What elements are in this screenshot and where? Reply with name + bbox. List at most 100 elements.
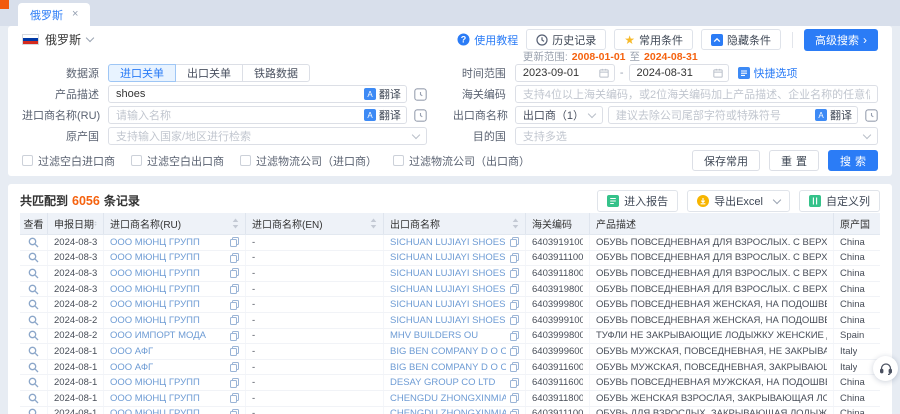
- exporter-cell-text[interactable]: DESAY GROUP CO LTD: [390, 377, 495, 388]
- view-detail-icon[interactable]: [28, 299, 39, 310]
- importer-ru-cell[interactable]: ООО МЮНЦ ГРУПП: [104, 282, 246, 297]
- filter-checkbox[interactable]: 过滤物流公司（进口商）: [240, 153, 377, 169]
- copy-icon[interactable]: [510, 237, 519, 247]
- view-cell[interactable]: [20, 235, 48, 250]
- view-detail-icon[interactable]: [28, 237, 39, 248]
- importer-ru-cell-text[interactable]: ООО МЮНЦ ГРУПП: [110, 408, 200, 414]
- view-detail-icon[interactable]: [28, 252, 39, 263]
- exporter-cell[interactable]: BIG BEN COMPANY D O O FROM BEST T: [384, 360, 526, 375]
- chevron-down-icon[interactable]: [86, 34, 94, 42]
- exporter-cell-text[interactable]: CHENGDU ZHONGXINMIAO TRADING C: [390, 393, 506, 404]
- column-header-importer_en[interactable]: 进口商名称(EN): [246, 213, 384, 234]
- checkbox-icon[interactable]: [22, 155, 33, 166]
- column-header-date[interactable]: 申报日期: [48, 213, 104, 234]
- search-history-icon[interactable]: [414, 88, 427, 101]
- importer-ru-cell[interactable]: ООО АФГ: [104, 360, 246, 375]
- quick-options-link[interactable]: 快捷选项: [738, 65, 798, 81]
- importer-ru-cell[interactable]: ООО МЮНЦ ГРУПП: [104, 251, 246, 266]
- copy-icon[interactable]: [230, 237, 239, 247]
- favorites-button[interactable]: ★ 常用条件: [614, 29, 693, 50]
- copy-icon[interactable]: [510, 253, 519, 263]
- view-cell[interactable]: [20, 375, 48, 390]
- filter-checkbox[interactable]: 过滤空白出口商: [131, 153, 224, 169]
- enter-report-button[interactable]: 进入报告: [597, 190, 678, 212]
- copy-icon[interactable]: [230, 393, 239, 403]
- view-cell[interactable]: [20, 251, 48, 266]
- search-history-icon[interactable]: [865, 109, 878, 122]
- view-detail-icon[interactable]: [28, 284, 39, 295]
- hide-conditions-button[interactable]: 隐藏条件: [701, 29, 781, 50]
- copy-icon[interactable]: [230, 315, 239, 325]
- exporter-cell-text[interactable]: SICHUAN LUJIAYI SHOES CO LTD: [390, 237, 506, 248]
- sort-icon[interactable]: [232, 218, 239, 229]
- copy-icon[interactable]: [230, 331, 239, 341]
- view-cell[interactable]: [20, 329, 48, 344]
- exporter-cell-text[interactable]: MHV BUILDERS OU: [390, 330, 478, 341]
- exporter-cell-text[interactable]: BIG BEN COMPANY D O O FROM BEST T: [390, 362, 506, 373]
- checkbox-icon[interactable]: [393, 155, 404, 166]
- filter-checkbox[interactable]: 过滤物流公司（出口商）: [393, 153, 530, 169]
- importer-ru-cell-text[interactable]: ООО АФГ: [110, 362, 153, 373]
- history-button[interactable]: 历史记录: [526, 29, 606, 50]
- importer-ru-cell[interactable]: ООО МЮНЦ ГРУПП: [104, 375, 246, 390]
- importer-input[interactable]: 请输入名称 A 翻译: [108, 106, 407, 124]
- importer-ru-cell[interactable]: ООО МЮНЦ ГРУПП: [104, 266, 246, 281]
- view-cell[interactable]: [20, 360, 48, 375]
- datasource-tab[interactable]: 进口关单: [108, 64, 176, 82]
- chevron-down-icon[interactable]: [773, 196, 781, 204]
- importer-ru-cell-text[interactable]: ООО МЮНЦ ГРУПП: [110, 393, 200, 404]
- search-button[interactable]: 搜索: [828, 150, 878, 171]
- exporter-type-select[interactable]: 出口商（1）: [515, 106, 603, 124]
- copy-icon[interactable]: [510, 268, 519, 278]
- importer-ru-cell-text[interactable]: ООО МЮНЦ ГРУПП: [110, 284, 200, 295]
- importer-ru-cell[interactable]: ООО АФГ: [104, 344, 246, 359]
- view-cell[interactable]: [20, 266, 48, 281]
- importer-ru-cell-text[interactable]: ООО АФГ: [110, 346, 153, 357]
- importer-ru-cell[interactable]: ООО МЮНЦ ГРУПП: [104, 235, 246, 250]
- exporter-cell[interactable]: SICHUAN LUJIAYI SHOES CO LTD: [384, 313, 526, 328]
- importer-ru-cell-text[interactable]: ООО МЮНЦ ГРУПП: [110, 252, 200, 263]
- exporter-cell[interactable]: DESAY GROUP CO LTD: [384, 375, 526, 390]
- tab-russia[interactable]: 俄罗斯 ×: [18, 3, 90, 26]
- hs-code-input[interactable]: 支持4位以上海关编码，或2位海关编码加上产品描述、企业名称的任意信息: [515, 85, 878, 103]
- datasource-tab[interactable]: 铁路数据: [242, 64, 310, 82]
- sort-icon[interactable]: [512, 218, 519, 229]
- sort-icon[interactable]: [370, 218, 377, 229]
- exporter-cell[interactable]: SICHUAN LUJIAYI SHOES CO LTD: [384, 282, 526, 297]
- column-header-importer_ru[interactable]: 进口商名称(RU): [104, 213, 246, 234]
- exporter-cell[interactable]: SICHUAN LUJIAYI SHOES CO LTD: [384, 251, 526, 266]
- copy-icon[interactable]: [230, 409, 239, 414]
- exporter-cell-text[interactable]: SICHUAN LUJIAYI SHOES CO LTD: [390, 284, 506, 295]
- exporter-name-input[interactable]: 建议去除公司尾部字符或特殊符号 A 翻译: [608, 106, 858, 124]
- translate-button[interactable]: A 翻译: [360, 107, 401, 123]
- copy-icon[interactable]: [510, 300, 519, 310]
- save-common-button[interactable]: 保存常用: [692, 150, 760, 171]
- copy-icon[interactable]: [230, 378, 239, 388]
- exporter-cell-text[interactable]: CHENGDU ZHONGXINMIAO TRADING C: [390, 408, 506, 414]
- column-header-exporter[interactable]: 出口商名称: [384, 213, 526, 234]
- date-from-input[interactable]: 2023-09-01: [515, 64, 615, 82]
- exporter-cell[interactable]: SICHUAN LUJIAYI SHOES CO LTD: [384, 235, 526, 250]
- support-float-button[interactable]: [873, 356, 898, 381]
- importer-ru-cell[interactable]: ООО МЮНЦ ГРУПП: [104, 297, 246, 312]
- copy-icon[interactable]: [230, 268, 239, 278]
- filter-checkbox[interactable]: 过滤空白进口商: [22, 153, 115, 169]
- translate-button[interactable]: A 翻译: [360, 86, 401, 102]
- exporter-cell-text[interactable]: SICHUAN LUJIAYI SHOES CO LTD: [390, 299, 506, 310]
- importer-ru-cell[interactable]: ООО МЮНЦ ГРУПП: [104, 313, 246, 328]
- importer-ru-cell-text[interactable]: ООО МЮНЦ ГРУПП: [110, 299, 200, 310]
- exporter-cell-text[interactable]: SICHUAN LUJIAYI SHOES CO LTD: [390, 315, 506, 326]
- view-detail-icon[interactable]: [28, 393, 39, 404]
- export-excel-button[interactable]: 导出Excel: [687, 190, 790, 212]
- exporter-cell[interactable]: SICHUAN LUJIAYI SHOES CO LTD: [384, 266, 526, 281]
- close-icon[interactable]: ×: [72, 9, 78, 20]
- search-history-icon[interactable]: [414, 109, 427, 122]
- copy-icon[interactable]: [230, 362, 239, 372]
- view-detail-icon[interactable]: [28, 362, 39, 373]
- exporter-cell-text[interactable]: SICHUAN LUJIAYI SHOES CO LTD: [390, 268, 506, 279]
- copy-icon[interactable]: [510, 393, 519, 403]
- destination-select[interactable]: 支持多选: [515, 127, 878, 145]
- importer-ru-cell-text[interactable]: ООО МЮНЦ ГРУПП: [110, 315, 200, 326]
- view-cell[interactable]: [20, 344, 48, 359]
- importer-ru-cell-text[interactable]: ООО МЮНЦ ГРУПП: [110, 237, 200, 248]
